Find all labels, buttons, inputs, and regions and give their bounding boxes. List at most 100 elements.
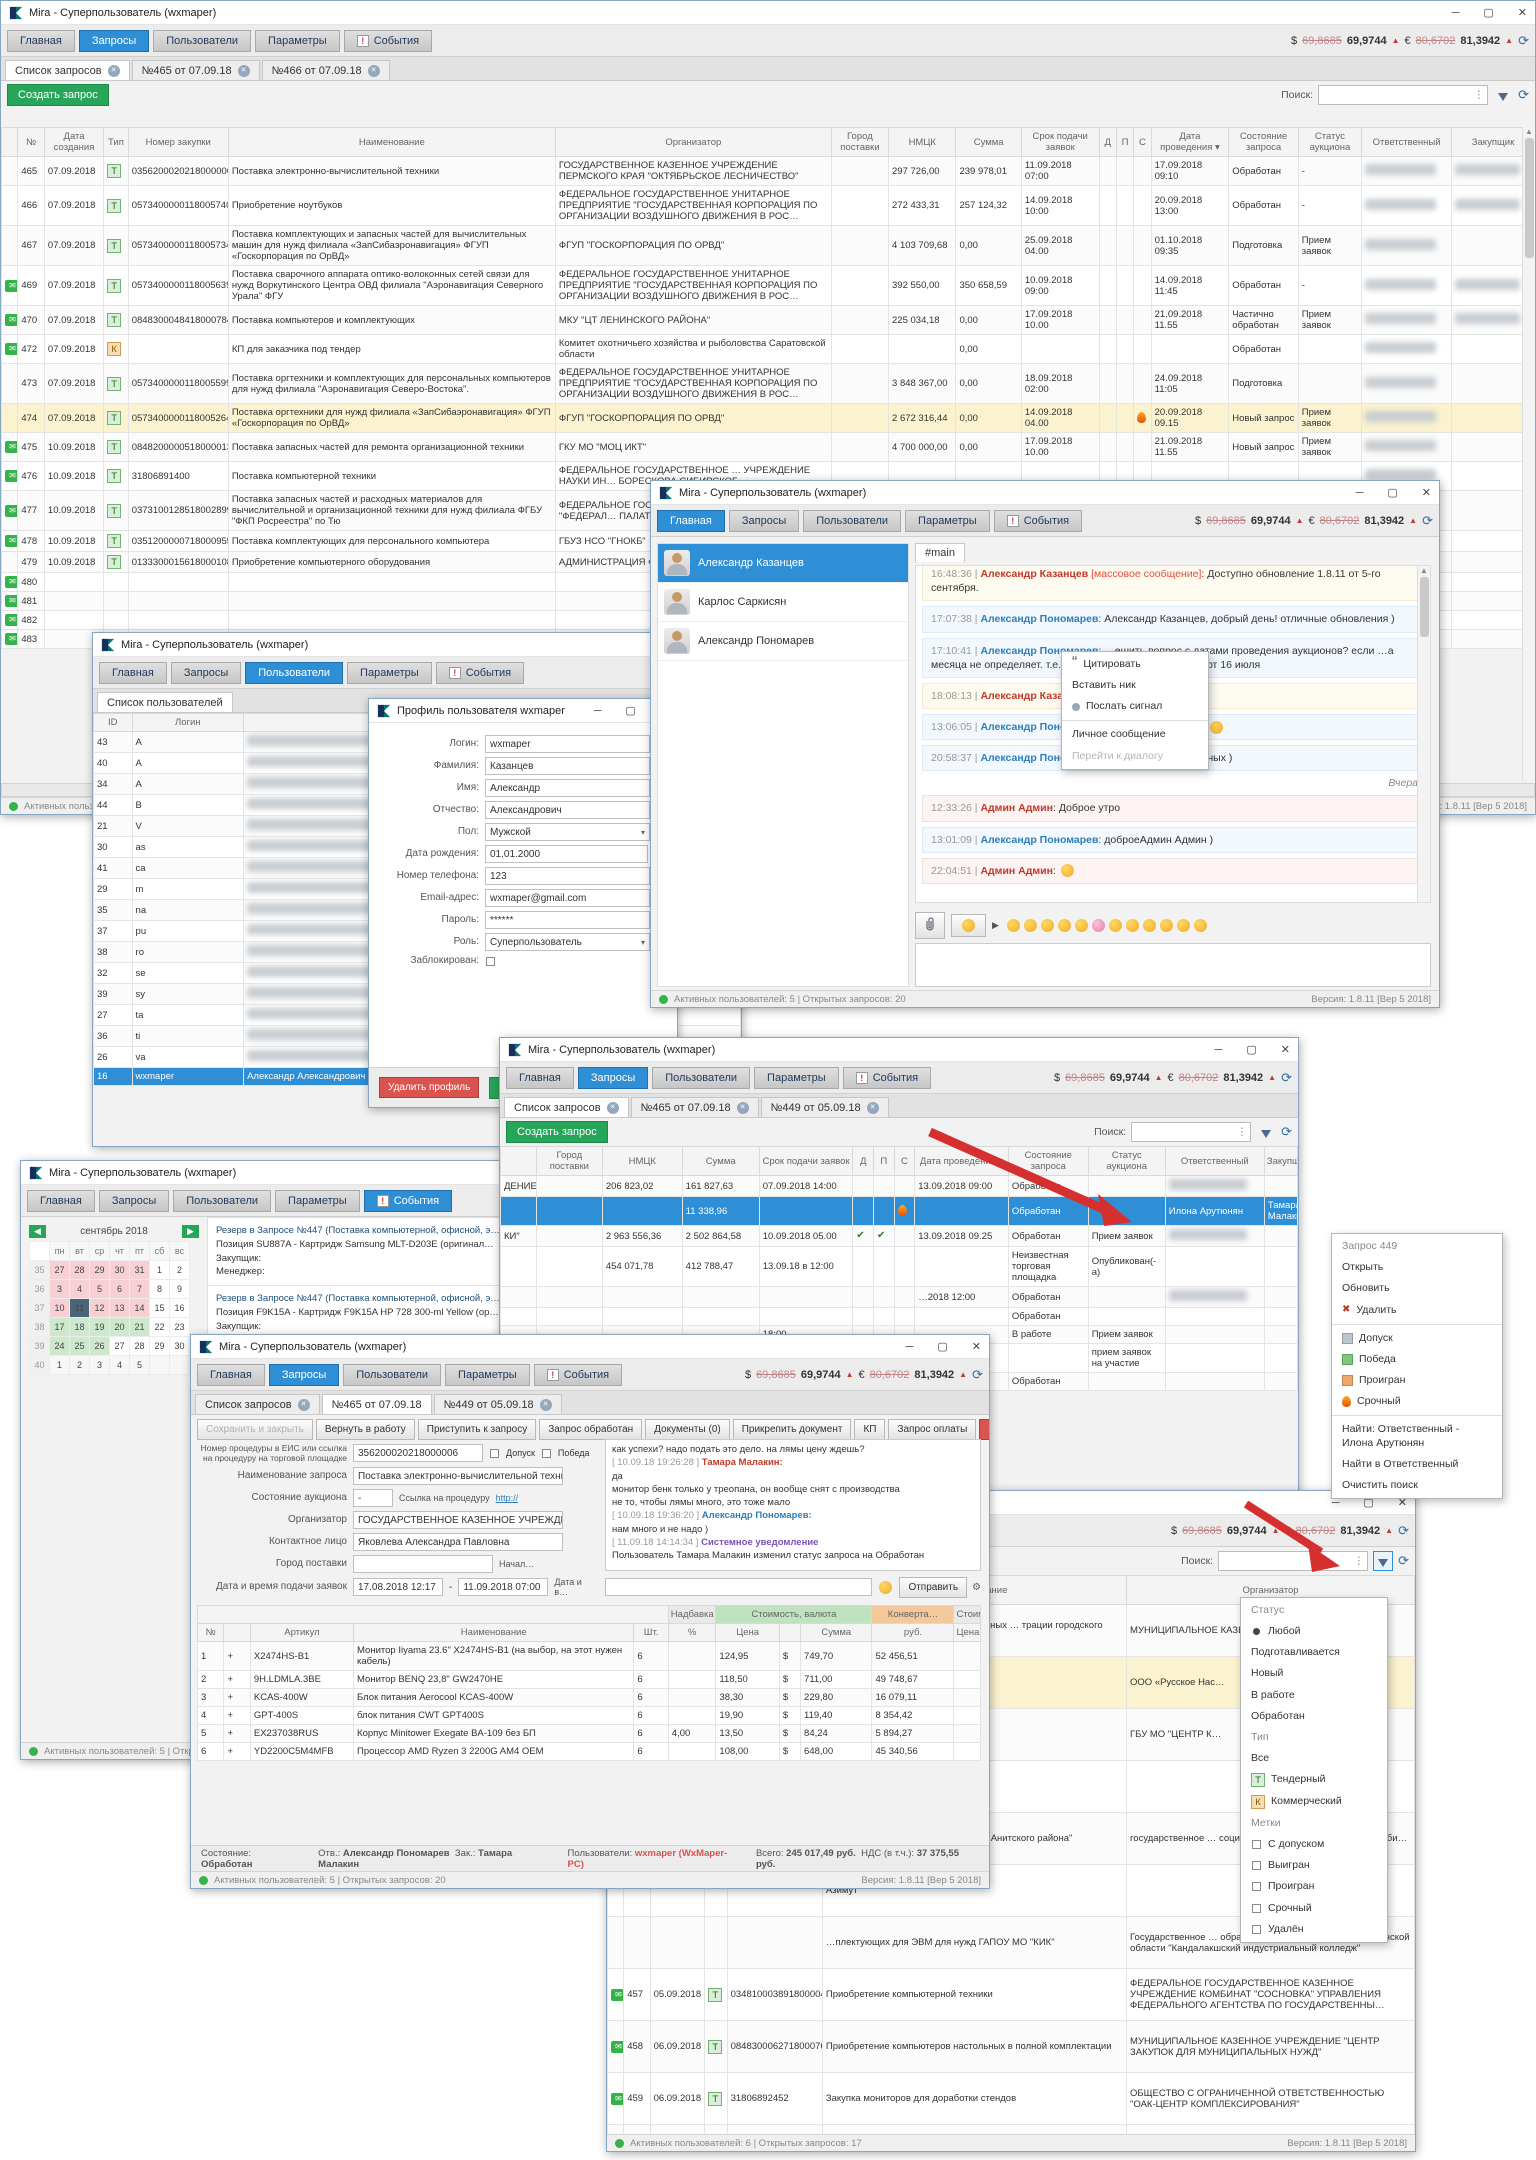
profile-input[interactable]: wxmaper@gmail.com bbox=[485, 889, 650, 907]
menu-users[interactable]: Пользователи bbox=[153, 29, 252, 52]
menu-item[interactable]: Перейти к диалогу bbox=[1062, 746, 1208, 767]
smiley-icon[interactable] bbox=[879, 1580, 893, 1594]
calendar-day[interactable]: 3 bbox=[49, 1279, 70, 1299]
calendar-day[interactable]: 31 bbox=[129, 1260, 150, 1280]
menu-item[interactable]: Удалён bbox=[1241, 1919, 1387, 1940]
close-icon[interactable]: ✕ bbox=[1281, 1043, 1290, 1056]
titlebar[interactable]: Mira - Суперпользователь (wxmaper) ─ ▢ ✕ bbox=[500, 1038, 1298, 1062]
calendar-day[interactable]: 30 bbox=[169, 1336, 190, 1356]
vertical-scrollbar[interactable]: ▲ bbox=[1522, 127, 1535, 780]
menu-item[interactable]: С допуском bbox=[1241, 1834, 1387, 1855]
tab-466[interactable]: №466 от 07.09.18 ✕ bbox=[261, 60, 390, 80]
table-row[interactable]: 473 07.09.2018 T 0573400000118005599 Поставк… bbox=[1, 363, 1535, 404]
menu-home[interactable]: Главная bbox=[7, 29, 75, 52]
date-to-input[interactable]: 11.09.2018 07:00 bbox=[458, 1578, 549, 1597]
calendar-day[interactable]: 30 bbox=[109, 1260, 130, 1280]
request-chat-pane[interactable]: как успехи? надо подать это дело. на лям… bbox=[605, 1439, 981, 1571]
menu-params[interactable]: Параметры bbox=[754, 1066, 839, 1089]
send-button[interactable]: Отправить bbox=[899, 1576, 968, 1598]
refresh-icon[interactable]: ⟳ bbox=[1281, 1124, 1292, 1140]
filter-button[interactable] bbox=[1256, 1122, 1276, 1142]
search-input[interactable]: ⋮ bbox=[1318, 85, 1489, 105]
calendar-day[interactable]: 28 bbox=[69, 1260, 90, 1280]
pobeda-checkbox[interactable] bbox=[541, 1448, 551, 1458]
menu-item[interactable]: Выигран bbox=[1241, 1855, 1387, 1876]
maximize-icon[interactable]: ▢ bbox=[1246, 1043, 1256, 1056]
menu-home[interactable]: Главная bbox=[99, 661, 167, 684]
refresh-icon[interactable]: ⟳ bbox=[972, 1367, 983, 1383]
chat-user-item[interactable]: Карлос Саркисян bbox=[658, 583, 908, 622]
gear-icon[interactable]: ⚙ bbox=[972, 1582, 981, 1593]
menu-events[interactable]: ! События bbox=[993, 509, 1083, 532]
tongue-emoji-icon[interactable] bbox=[1040, 918, 1054, 932]
table-row[interactable]: 4 + GPT-400S блок питания CWT GPT400S 6 19,90… bbox=[197, 1706, 981, 1725]
menu-item[interactable]: Проигран bbox=[1241, 1876, 1387, 1897]
expand-arrow-icon[interactable]: ▶ bbox=[992, 920, 999, 931]
create-request-button[interactable]: Создать запрос bbox=[7, 84, 109, 106]
close-tab-icon[interactable]: ✕ bbox=[736, 1101, 749, 1114]
menu-requests[interactable]: Запросы bbox=[170, 661, 242, 684]
menu-item[interactable]: Личное сообщение bbox=[1062, 724, 1208, 745]
smiley-emoji-icon[interactable] bbox=[1006, 918, 1020, 932]
titlebar[interactable]: Mira - Суперпользователь (wxmaper) ─ ▢ ✕ bbox=[1, 1, 1535, 25]
menu-events[interactable]: ! События bbox=[842, 1066, 932, 1089]
smirk-emoji-icon[interactable] bbox=[1074, 918, 1088, 932]
menu-item[interactable]: Новый bbox=[1241, 1663, 1387, 1684]
profile-input[interactable]: 01.01.2000 bbox=[485, 845, 648, 863]
menu-requests[interactable]: Запросы bbox=[78, 29, 150, 52]
delete-profile-button[interactable]: Удалить профиль bbox=[379, 1077, 480, 1098]
calendar-day[interactable]: 12 bbox=[89, 1298, 110, 1318]
minimize-icon[interactable]: ─ bbox=[1452, 7, 1460, 19]
procedure-link[interactable]: http:// bbox=[496, 1493, 519, 1503]
calendar-day[interactable]: 25 bbox=[69, 1336, 90, 1356]
menu-params[interactable]: Параметры bbox=[275, 1189, 360, 1212]
toolbar-button[interactable]: Прикрепить документ bbox=[732, 1418, 852, 1440]
menu-params[interactable]: Параметры bbox=[445, 1363, 530, 1386]
calendar-day[interactable]: 18 bbox=[69, 1317, 90, 1337]
table-row[interactable]: 3 + KCAS-400W Блок питания Aerocool KCAS-40… bbox=[197, 1688, 981, 1707]
city-input[interactable] bbox=[353, 1555, 493, 1574]
refresh-icon[interactable]: ⟳ bbox=[1398, 1553, 1409, 1569]
toolbar-button[interactable]: Приступить к запросу bbox=[417, 1418, 537, 1440]
call-me-hand-emoji-icon[interactable] bbox=[1091, 918, 1105, 932]
slight-smile-emoji-icon[interactable] bbox=[1108, 918, 1122, 932]
menu-events[interactable]: ! События bbox=[533, 1363, 623, 1386]
table-row[interactable]: 466 07.09.2018 T 0573400000118005740 Приобре… bbox=[1, 185, 1535, 226]
calendar-day[interactable]: 27 bbox=[49, 1260, 70, 1280]
menu-item[interactable]: К Коммерческий bbox=[1241, 1791, 1387, 1813]
table-row[interactable]: 45705.09.2018T0348100038918000041Приобре… bbox=[607, 1968, 1415, 2021]
table-row[interactable]: Обработан bbox=[500, 1307, 1298, 1326]
menu-requests[interactable]: Запросы bbox=[268, 1363, 340, 1386]
tab-465[interactable]: №465 от 07.09.18 ✕ bbox=[131, 60, 260, 80]
menu-item[interactable]: Победа bbox=[1332, 1349, 1502, 1370]
toolbar-button[interactable]: Запрос обработан bbox=[539, 1418, 643, 1440]
menu-item[interactable]: Срочный bbox=[1241, 1898, 1387, 1919]
calendar-day[interactable]: 1 bbox=[49, 1355, 70, 1375]
calendar-day[interactable]: 14 bbox=[129, 1298, 150, 1318]
message-input[interactable] bbox=[605, 1578, 873, 1596]
menu-item[interactable]: Допуск bbox=[1332, 1328, 1502, 1349]
date-from-input[interactable]: 17.08.2018 12:17 bbox=[353, 1578, 443, 1597]
table-row[interactable]: 45906.09.2018T31806892452Закупка монитор… bbox=[607, 2072, 1415, 2125]
maximize-icon[interactable]: ▢ bbox=[1483, 6, 1493, 19]
calendar-day[interactable]: 1 bbox=[149, 1260, 170, 1280]
table-row[interactable]: 474 07.09.2018 T 0573400000118005264 Поставк… bbox=[1, 403, 1535, 433]
auction-state-input[interactable]: - bbox=[353, 1489, 393, 1508]
maximize-icon[interactable]: ▢ bbox=[937, 1340, 947, 1353]
calendar-day[interactable] bbox=[169, 1355, 190, 1375]
profile-input[interactable]: Александр bbox=[485, 779, 650, 797]
calendar-day[interactable]: 16 bbox=[169, 1298, 190, 1318]
calendar-day[interactable]: 6 bbox=[109, 1279, 130, 1299]
profile-input[interactable]: 123 bbox=[485, 867, 650, 885]
table-row[interactable]: 6 + YD2200C5M4MFB Процессор AMD Ryzen 3 220… bbox=[197, 1742, 981, 1761]
close-tab-icon[interactable]: ✕ bbox=[367, 64, 380, 77]
next-month-icon[interactable]: ▶ bbox=[182, 1225, 199, 1238]
menu-home[interactable]: Главная bbox=[197, 1363, 265, 1386]
calendar-day[interactable]: 9 bbox=[169, 1279, 190, 1299]
table-row[interactable]: 5 + EX237038RUS Корпус Minitower Exegate BA… bbox=[197, 1724, 981, 1743]
calendar-day[interactable]: 21 bbox=[129, 1317, 150, 1337]
calendar-day[interactable]: 7 bbox=[129, 1279, 150, 1299]
close-tab-icon[interactable]: ✕ bbox=[297, 1398, 310, 1411]
rosette-emoji-icon[interactable] bbox=[1176, 918, 1190, 932]
minimize-icon[interactable]: ─ bbox=[1356, 487, 1364, 499]
